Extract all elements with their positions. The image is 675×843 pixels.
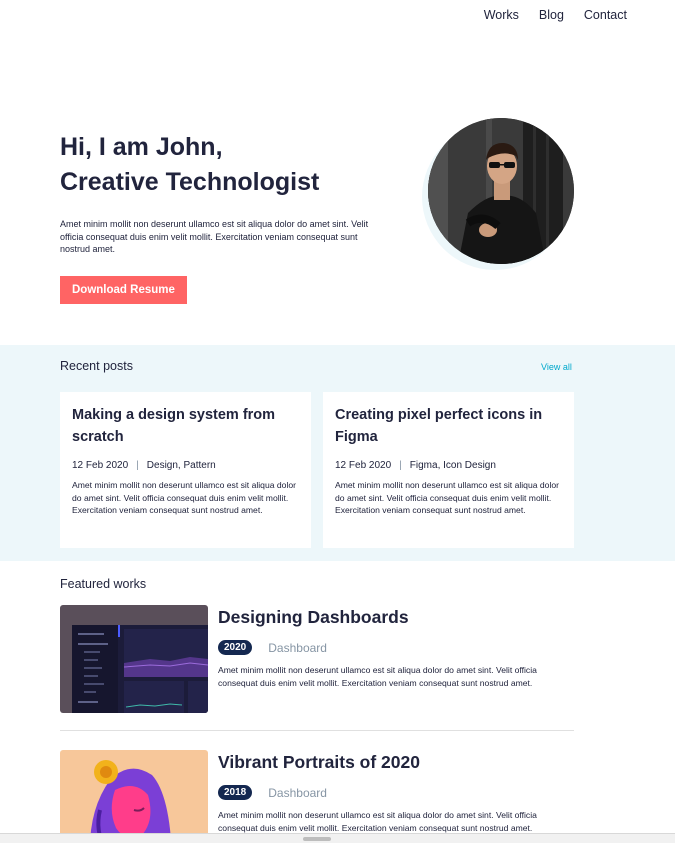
work-meta: 2020 Dashboard — [218, 640, 327, 655]
work-title: Vibrant Portraits of 2020 — [218, 752, 420, 772]
post-title: Making a design system from scratch — [72, 407, 276, 445]
horizontal-scrollbar[interactable] — [0, 833, 675, 843]
post-card[interactable]: Creating pixel perfect icons in Figma 12… — [323, 392, 574, 548]
view-all-link[interactable]: View all — [541, 362, 572, 372]
post-meta-separator: | — [399, 460, 402, 471]
nav-works-link[interactable]: Works — [484, 8, 519, 22]
featured-works-heading: Featured works — [60, 577, 147, 591]
portrait-thumbnail-illustration — [60, 750, 208, 843]
scrollbar-thumb[interactable] — [303, 837, 331, 841]
recent-posts-heading: Recent posts — [60, 359, 133, 373]
post-title: Creating pixel perfect icons in Figma — [335, 407, 543, 445]
post-meta: 12 Feb 2020 | Design, Pattern — [72, 460, 299, 471]
works-divider — [60, 730, 574, 731]
work-item[interactable]: Designing Dashboards 2020 Dashboard Amet… — [60, 605, 574, 715]
nav-blog-link[interactable]: Blog — [539, 8, 564, 22]
profile-photo-illustration — [428, 118, 574, 264]
top-nav: Works Blog Contact — [484, 8, 627, 22]
post-meta: 12 Feb 2020 | Figma, Icon Design — [335, 460, 562, 471]
hero-title-line2: Creative Technologist — [60, 168, 320, 196]
work-title: Designing Dashboards — [218, 607, 409, 627]
post-excerpt: Amet minim mollit non deserunt ullamco e… — [72, 480, 297, 515]
profile-avatar-wrapper — [422, 118, 574, 270]
work-description: Amet minim mollit non deserunt ullamco e… — [218, 810, 537, 833]
hero-description: Amet minim mollit non deserunt ullamco e… — [60, 219, 369, 254]
post-card[interactable]: Making a design system from scratch 12 F… — [60, 392, 311, 548]
work-category: Dashboard — [268, 640, 327, 655]
work-category: Dashboard — [268, 785, 327, 800]
hero-section: Hi, I am John, Creative Technologist Ame… — [60, 130, 370, 304]
nav-contact-link[interactable]: Contact — [584, 8, 627, 22]
recent-posts-section: Recent posts View all Making a design sy… — [0, 345, 675, 561]
post-tags: Figma, Icon Design — [409, 460, 496, 471]
post-date: 12 Feb 2020 — [72, 460, 129, 471]
profile-avatar — [428, 118, 574, 264]
work-thumbnail-portrait — [60, 750, 208, 843]
post-meta-separator: | — [136, 460, 139, 471]
hero-title: Hi, I am John, Creative Technologist — [60, 130, 370, 200]
post-excerpt: Amet minim mollit non deserunt ullamco e… — [335, 480, 560, 515]
work-item[interactable]: Vibrant Portraits of 2020 2018 Dashboard… — [60, 750, 574, 843]
work-thumbnail-dashboard — [60, 605, 208, 713]
post-tags: Design, Pattern — [146, 460, 216, 471]
hero-title-line1: Hi, I am John, — [60, 133, 223, 161]
work-meta: 2018 Dashboard — [218, 785, 327, 800]
download-resume-button[interactable]: Download Resume — [60, 275, 187, 304]
post-date: 12 Feb 2020 — [335, 460, 392, 471]
dashboard-thumbnail-illustration — [60, 605, 208, 713]
work-year-badge: 2018 — [218, 785, 253, 800]
work-description: Amet minim mollit non deserunt ullamco e… — [218, 665, 537, 688]
work-year-badge: 2020 — [218, 640, 253, 655]
